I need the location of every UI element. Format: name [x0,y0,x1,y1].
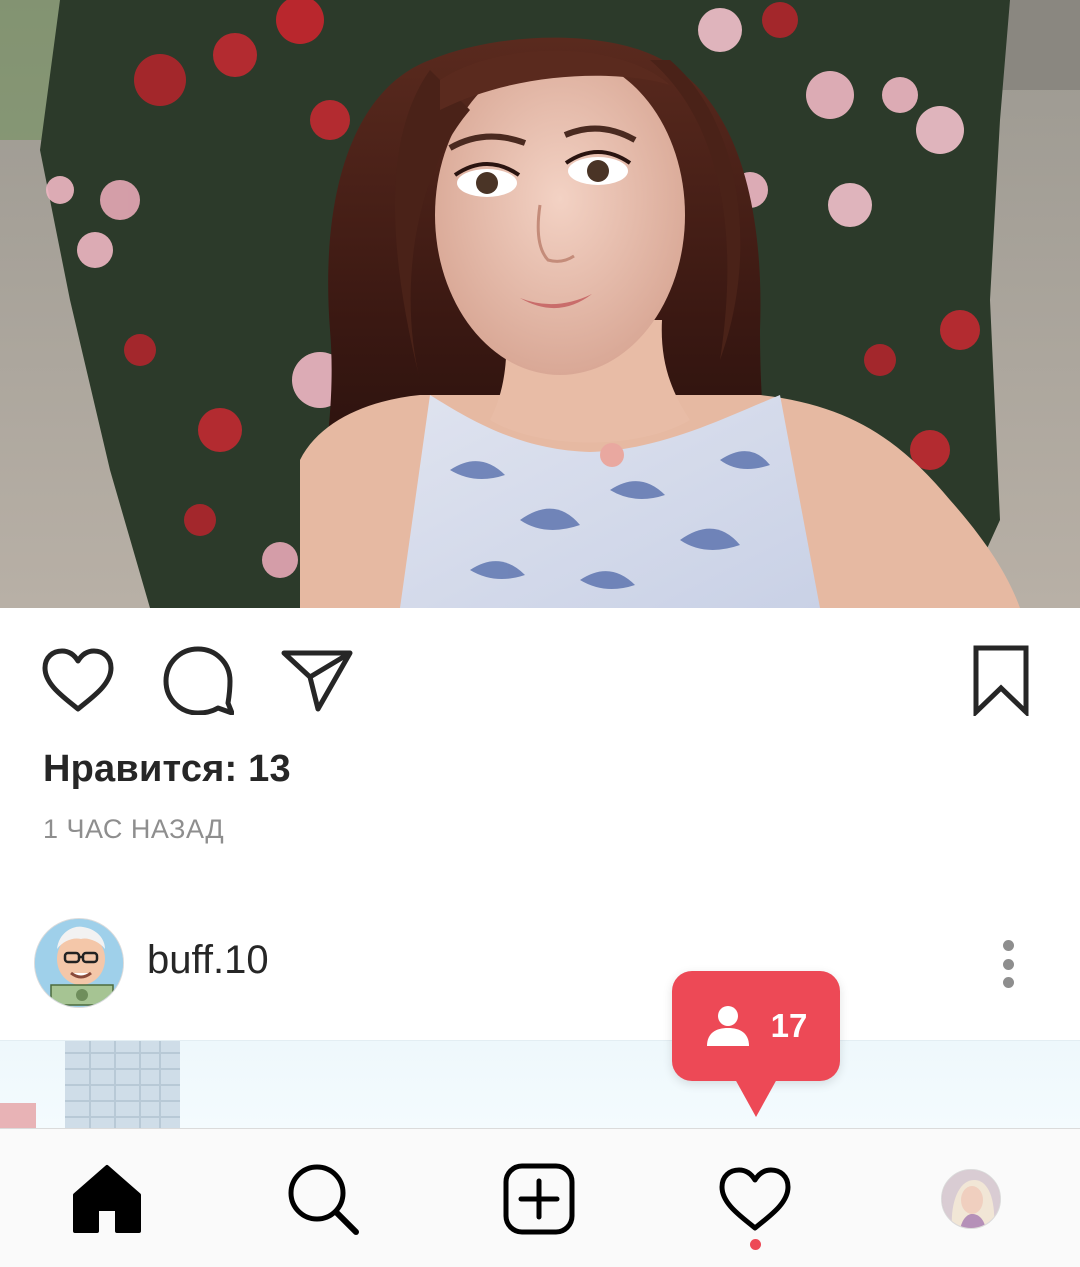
post-photo-illustration [0,0,1080,608]
heart-outline-icon [719,1167,791,1231]
next-post-header: buff.10 [0,910,1080,1020]
post-action-bar [0,608,1080,738]
likes-count[interactable]: Нравится: 13 [43,748,291,791]
bookmark-icon [973,645,1029,716]
avatar-cartoon [35,919,123,1007]
more-vertical-icon[interactable] [990,932,1026,996]
home-filled-icon [73,1165,141,1233]
post-username[interactable]: buff.10 [147,938,269,983]
comment-button[interactable] [158,640,238,720]
person-icon [706,1006,749,1046]
follower-count: 17 [770,1007,808,1044]
comment-bubble-icon [163,646,234,715]
menu-dot [1002,977,1014,988]
heart-outline-icon [42,648,114,712]
menu-dot [1002,958,1014,970]
next-post-photo-illustration [0,1041,180,1128]
share-button[interactable] [277,640,357,720]
avatar [941,1169,1001,1229]
nav-activity[interactable] [710,1159,800,1239]
post-photo[interactable] [0,0,1080,608]
activity-badge-dot [750,1239,761,1250]
paper-plane-icon [281,650,353,712]
avatar-photo [942,1170,1000,1228]
next-post-photo[interactable] [0,1040,1080,1128]
activity-notification-bubble[interactable]: 17 [672,971,840,1117]
like-button[interactable] [38,640,118,720]
plus-square-icon [503,1163,575,1235]
nav-profile[interactable] [926,1159,1016,1239]
nav-search[interactable] [278,1159,368,1239]
avatar[interactable] [34,918,124,1008]
nav-new-post[interactable] [494,1159,584,1239]
nav-home[interactable] [62,1159,152,1239]
menu-dot [1002,940,1014,951]
search-icon [288,1164,359,1235]
bottom-navigation [0,1128,1080,1267]
post-timestamp: 1 час назад [43,814,225,844]
save-button[interactable] [961,640,1041,720]
